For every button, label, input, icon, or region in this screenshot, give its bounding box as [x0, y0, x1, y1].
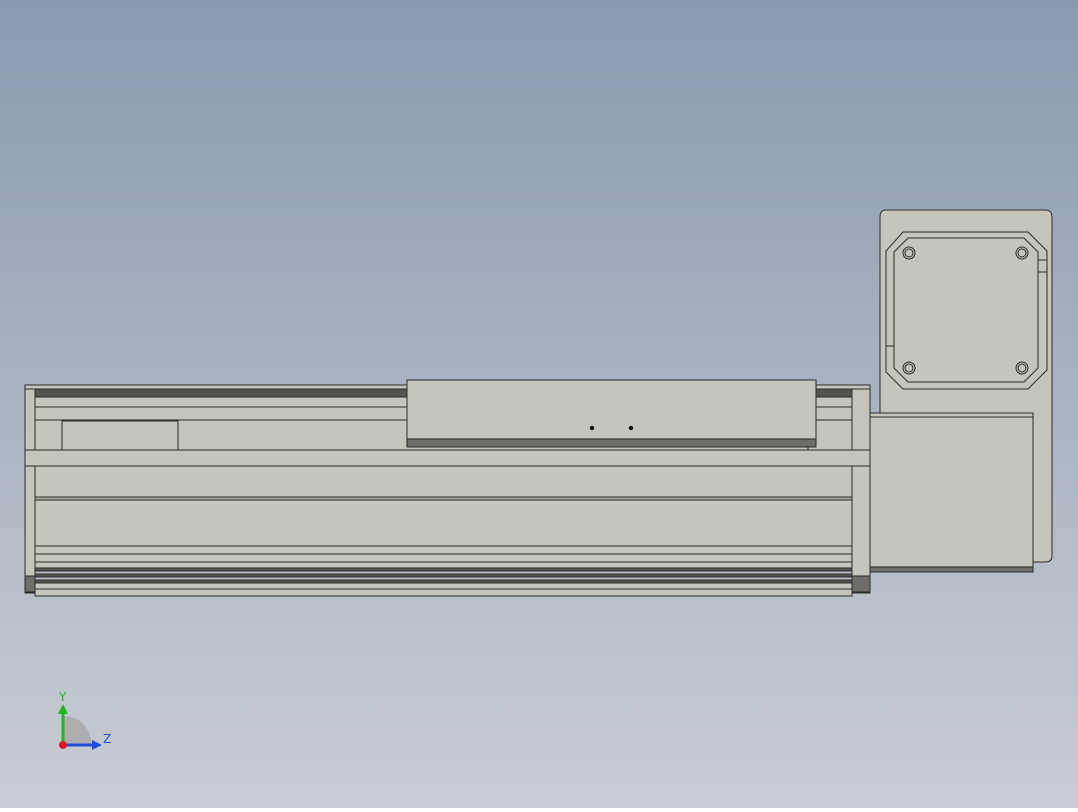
- internal-block: [61, 420, 179, 451]
- cad-viewport[interactable]: Y Z: [0, 0, 1078, 808]
- main-extrusion: [24, 449, 871, 467]
- motor-face-inner: [893, 237, 1039, 383]
- motor-bolt-top-left: [902, 246, 916, 260]
- motor-housing-base: [869, 566, 1034, 573]
- right-end-cap: [851, 384, 871, 594]
- extrusion-step-1: [34, 545, 853, 555]
- triad-x-axis-dot: [59, 741, 67, 749]
- extrusion-step-2: [34, 553, 853, 563]
- motor-bolt-bottom-left: [902, 361, 916, 375]
- motor-bolt-bottom-right: [1015, 361, 1029, 375]
- carriage-hole-left: [589, 425, 595, 431]
- extrusion-panel-upper: [34, 465, 853, 498]
- motor-housing: [869, 412, 1034, 573]
- right-end-cap-foot: [851, 575, 871, 593]
- left-end-cap-foot: [24, 575, 36, 593]
- bottom-slot-2: [34, 573, 853, 578]
- carriage-base-strip: [406, 438, 817, 448]
- carriage-hole-right: [628, 425, 634, 431]
- triad-z-label: Z: [103, 732, 111, 746]
- triad-y-label: Y: [58, 690, 67, 704]
- extrusion-step-3: [34, 561, 853, 569]
- extrusion-panel-lower: [34, 499, 853, 547]
- motor-bolt-top-right: [1015, 246, 1029, 260]
- bottom-slot-1: [34, 567, 853, 572]
- cad-scene: Y Z: [0, 0, 1078, 808]
- carriage-block[interactable]: [406, 379, 817, 440]
- left-end-cap: [24, 384, 36, 594]
